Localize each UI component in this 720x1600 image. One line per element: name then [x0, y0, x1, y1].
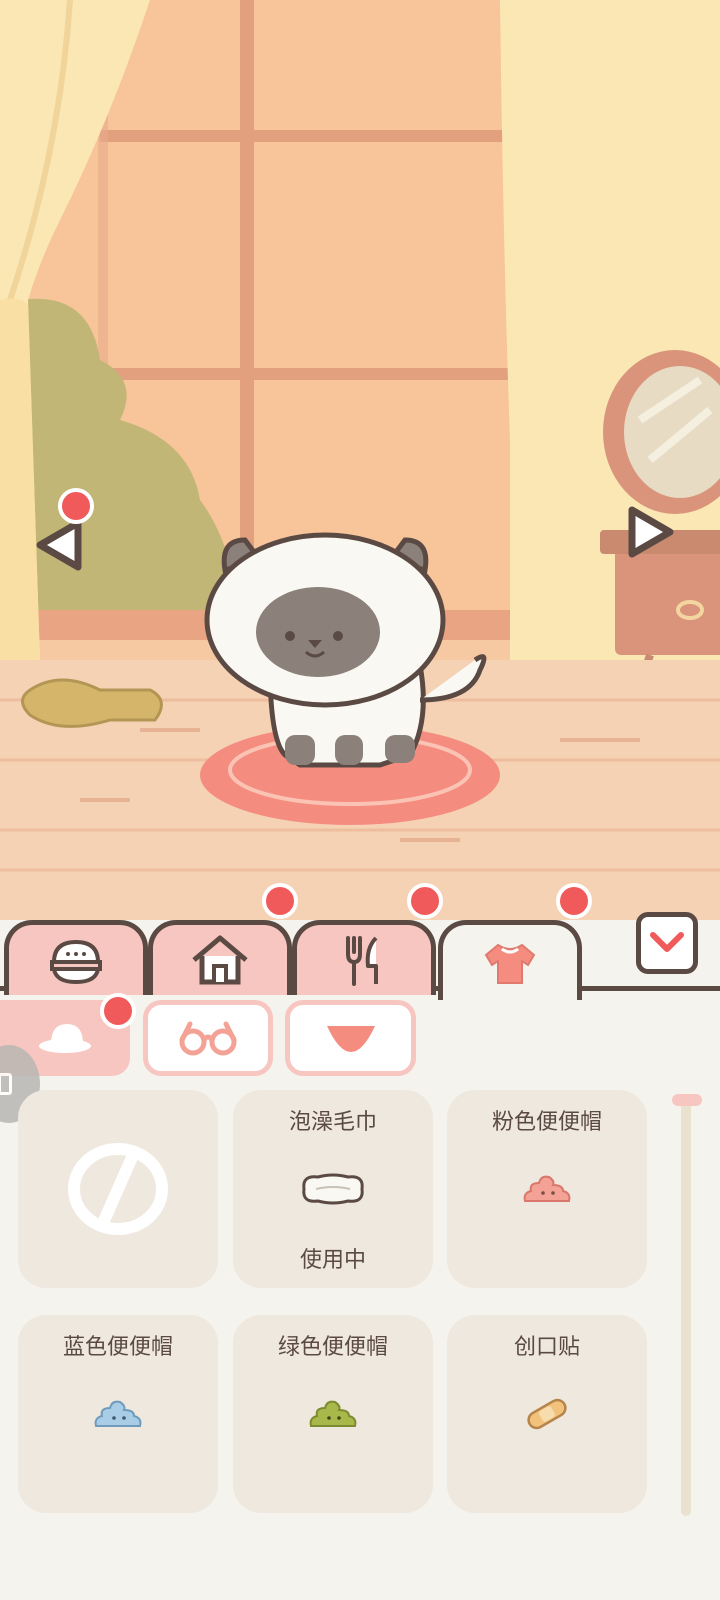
next-scene-button[interactable]	[624, 500, 680, 580]
green-poop-hat-icon	[309, 1400, 357, 1427]
shirt-icon	[484, 943, 536, 984]
item-card-none[interactable]	[18, 1090, 218, 1288]
item-name: 蓝色便便帽	[62, 1335, 173, 1360]
tab-house-notification-badge	[262, 883, 298, 919]
item-card-green-poop-hat[interactable]: 绿色便便帽	[233, 1315, 433, 1513]
item-name: 泡澡毛巾	[288, 1110, 377, 1135]
item-card-bath-towel[interactable]: 泡澡毛巾 使用中	[233, 1090, 433, 1288]
room-illustration	[0, 0, 720, 920]
subtab-glasses[interactable]	[143, 1000, 273, 1076]
subtab-more[interactable]	[285, 1000, 416, 1076]
item-card-blue-poop-hat[interactable]: 蓝色便便帽	[18, 1315, 218, 1513]
item-status: 使用中	[299, 1248, 366, 1273]
item-card-pink-poop-hat[interactable]: 粉色便便帽	[447, 1090, 647, 1288]
tab-house[interactable]	[148, 920, 292, 995]
arrow-right-icon	[628, 506, 674, 558]
tab-clothing[interactable]	[438, 920, 582, 1000]
collapse-panel-button[interactable]	[636, 912, 698, 974]
item-name: 粉色便便帽	[491, 1110, 602, 1135]
item-name: 创口贴	[513, 1335, 580, 1360]
item-name: 绿色便便帽	[277, 1335, 388, 1360]
hat-icon	[39, 1024, 91, 1053]
previous-scene-notification-badge	[58, 488, 94, 524]
triangle-down-icon	[326, 1026, 375, 1052]
bowl-icon	[50, 939, 102, 985]
bandage-icon	[527, 1398, 567, 1430]
tab-dining[interactable]	[292, 920, 436, 995]
blue-poop-hat-icon	[94, 1400, 142, 1427]
glasses-icon	[179, 1021, 237, 1056]
scrollbar-thumb[interactable]	[672, 1094, 702, 1106]
item-list-scrollbar[interactable]	[681, 1094, 691, 1516]
tab-clothing-notification-badge	[556, 883, 592, 919]
drawer-icon	[0, 1073, 12, 1095]
towel-icon	[302, 1173, 364, 1205]
house-icon	[192, 935, 248, 985]
subtab-hat-notification-badge	[100, 993, 136, 1029]
fork-knife-icon	[346, 936, 378, 986]
chevron-down-icon	[650, 932, 684, 952]
tab-bowl[interactable]	[4, 920, 148, 995]
pink-poop-hat-icon	[523, 1175, 571, 1202]
category-tab-bar	[0, 883, 720, 1000]
item-card-bandage[interactable]: 创口贴	[447, 1315, 647, 1513]
none-icon	[68, 1143, 168, 1235]
tab-dining-notification-badge	[407, 883, 443, 919]
room-scene	[0, 0, 720, 920]
